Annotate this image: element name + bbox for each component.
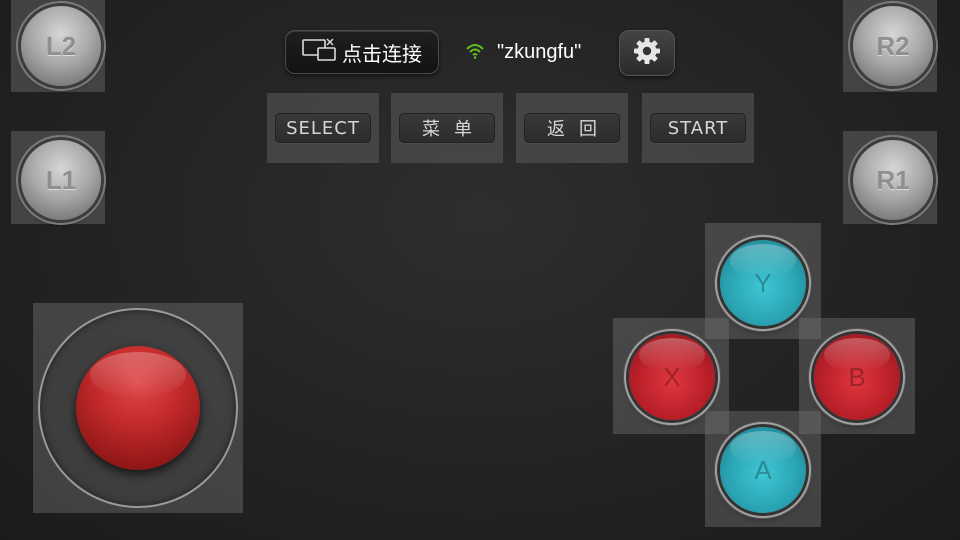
- l1-button[interactable]: L1: [21, 140, 101, 220]
- start-label: START: [650, 113, 746, 143]
- joystick-knob[interactable]: [76, 346, 200, 470]
- connect-label: 点击连接: [342, 41, 422, 66]
- gear-icon: [633, 37, 661, 69]
- start-button[interactable]: START: [642, 93, 754, 163]
- a-button[interactable]: A: [720, 427, 806, 513]
- back-button[interactable]: 返回: [516, 93, 628, 163]
- cast-screen-icon: [302, 38, 336, 66]
- b-label: B: [848, 361, 866, 392]
- r2-label: R2: [876, 30, 910, 61]
- b-button[interactable]: B: [814, 334, 900, 420]
- menu-label: 菜单: [399, 113, 495, 143]
- connect-button[interactable]: 点击连接: [285, 30, 439, 74]
- x-button[interactable]: X: [629, 334, 715, 420]
- l1-label: L1: [45, 164, 77, 195]
- wifi-ssid: "zkungfu": [497, 41, 582, 63]
- y-label: Y: [754, 267, 772, 298]
- menu-button[interactable]: 菜单: [391, 93, 503, 163]
- a-label: A: [754, 454, 772, 485]
- r2-button[interactable]: R2: [853, 6, 933, 86]
- select-button[interactable]: SELECT: [267, 93, 379, 163]
- back-label: 返回: [524, 113, 620, 143]
- x-label: X: [663, 361, 681, 392]
- wifi-icon: [466, 43, 484, 59]
- l2-button[interactable]: L2: [21, 6, 101, 86]
- y-button[interactable]: Y: [720, 240, 806, 326]
- r1-label: R1: [876, 164, 910, 195]
- settings-button[interactable]: [619, 30, 675, 76]
- select-label: SELECT: [275, 113, 371, 143]
- l2-label: L2: [45, 30, 77, 61]
- r1-button[interactable]: R1: [853, 140, 933, 220]
